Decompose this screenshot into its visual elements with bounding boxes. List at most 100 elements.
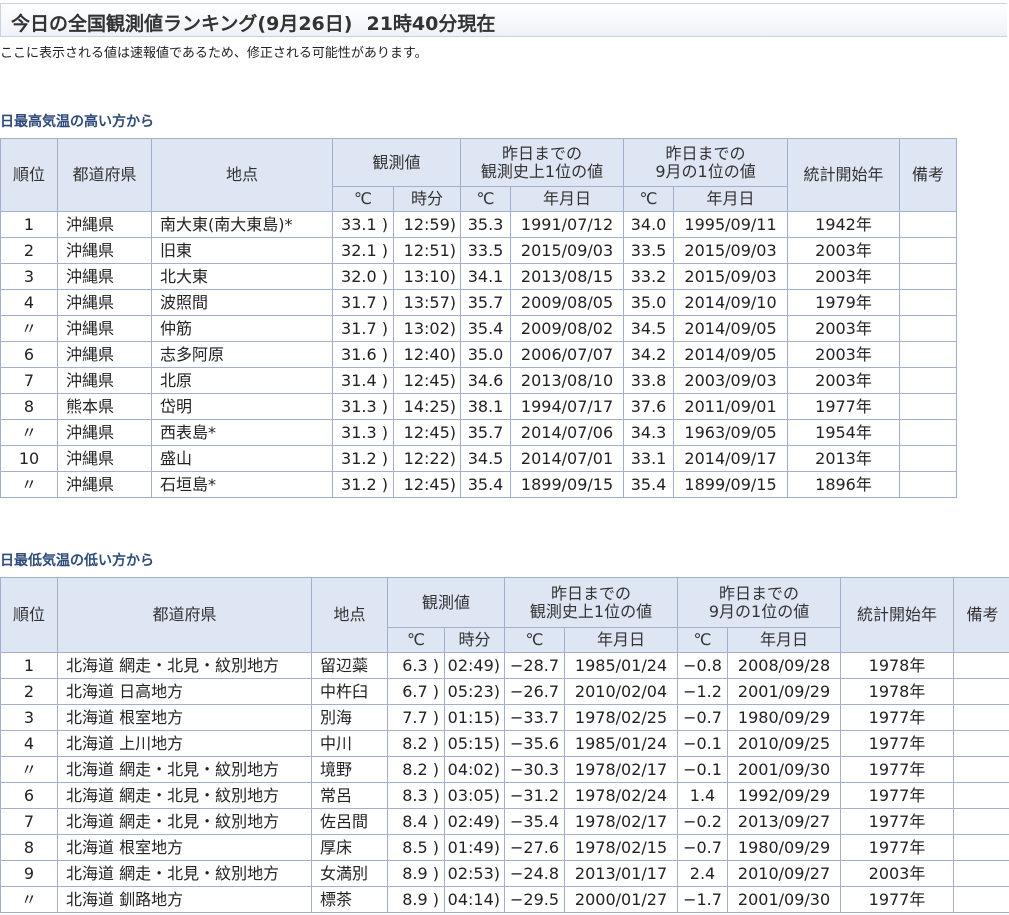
- record-all-date-cell: 2009/08/02: [510, 315, 625, 342]
- rank-cell: 4: [0, 289, 58, 316]
- header-remarks: 備考: [953, 577, 1009, 653]
- observed-time-cell: 01:15): [443, 704, 506, 731]
- prefecture-cell: 北海道 網走・北見・紋別地方: [57, 652, 312, 679]
- record-month-date-cell: 2001/09/30: [727, 756, 842, 783]
- record-all-temp-cell: −31.2: [504, 782, 566, 809]
- observed-time-cell: 05:15): [443, 730, 506, 757]
- record-month-date-cell: 1899/09/15: [673, 471, 789, 498]
- remarks-cell: [953, 730, 1009, 757]
- remarks-cell: [899, 263, 958, 290]
- observed-temp-cell: 31.2 ): [332, 445, 394, 472]
- record-all-date-cell: 1985/01/24: [564, 652, 679, 679]
- observed-time-cell: 01:49): [443, 834, 506, 861]
- observed-temp-cell: 31.3 ): [332, 393, 394, 420]
- prefecture-cell: 沖縄県: [57, 367, 152, 394]
- rank-cell: 10: [0, 445, 58, 472]
- rank-cell: 8: [0, 834, 58, 861]
- rank-cell: 4: [0, 730, 58, 757]
- rank-cell: 7: [0, 808, 58, 835]
- record-month-date-cell: 1963/09/05: [673, 419, 789, 446]
- rank-cell: 1: [0, 211, 58, 238]
- subheader-date: 年月日: [727, 627, 842, 653]
- prefecture-cell: 北海道 日高地方: [57, 678, 312, 705]
- header-record-all-line1: 昨日までの: [551, 583, 632, 603]
- station-cell: 境野: [311, 756, 388, 783]
- record-month-date-cell: 2001/09/29: [727, 678, 842, 705]
- remarks-cell: [899, 289, 958, 316]
- observed-time-cell: 12:45): [392, 471, 462, 498]
- header-observed: 観測値: [386, 577, 506, 628]
- prefecture-cell: 沖縄県: [57, 289, 152, 316]
- disclaimer-note: ここに表示される値は速報値であるため、修正される可能性があります。: [0, 46, 428, 61]
- record-all-date-cell: 1994/07/17: [510, 393, 625, 420]
- observed-temp-cell: 31.3 ): [332, 419, 394, 446]
- record-all-date-cell: 1978/02/15: [564, 834, 679, 861]
- station-cell: 厚床: [311, 834, 388, 861]
- station-cell: 旧東: [151, 237, 333, 264]
- page-timestamp: 21時40分現在: [366, 13, 496, 35]
- station-cell: 女満別: [311, 860, 388, 887]
- start-year-cell: 1896年: [787, 471, 901, 498]
- prefecture-cell: 沖縄県: [57, 237, 152, 264]
- record-month-temp-cell: 34.5: [623, 315, 675, 342]
- observed-temp-cell: 31.6 ): [332, 341, 394, 368]
- record-month-date-cell: 2014/09/17: [673, 445, 789, 472]
- station-cell: 別海: [311, 704, 388, 731]
- table-row: 〃沖縄県 石垣島* 31.2 ) 12:45) 35.4 1899/09/15 35.4 18…: [0, 471, 958, 498]
- table-row: 1 沖縄県 南大東(南大東島)* 33.1 ) 12:59) 35.3 1991/07/12…: [0, 211, 958, 238]
- subheader-time: 時分: [392, 186, 462, 212]
- header-observed: 観測値: [331, 138, 462, 187]
- prefecture-cell: 沖縄県: [57, 341, 152, 368]
- record-all-date-cell: 1899/09/15: [510, 471, 625, 498]
- record-month-temp-cell: 33.1: [623, 445, 675, 472]
- start-year-cell: 1977年: [840, 730, 955, 757]
- observed-time-cell: 12:45): [392, 367, 462, 394]
- table-row: 3 北海道 根室地方 別海 7.7 ) 01:15) −33.7 1978/02/25 −0.…: [0, 704, 1009, 731]
- table-row: 10 沖縄県 盛山 31.2 ) 12:22) 34.5 2014/07/01 33.1 201…: [0, 445, 958, 472]
- record-all-date-cell: 2014/07/06: [510, 419, 625, 446]
- record-all-date-cell: 1978/02/24: [564, 782, 679, 809]
- observed-time-cell: 05:23): [443, 678, 506, 705]
- station-cell: 盛山: [151, 445, 333, 472]
- observed-temp-cell: 31.4 ): [332, 367, 394, 394]
- observed-time-cell: 02:53): [443, 860, 506, 887]
- record-all-temp-cell: 35.4: [460, 471, 512, 498]
- prefecture-cell: 熊本県: [57, 393, 152, 420]
- start-year-cell: 2003年: [787, 341, 901, 368]
- start-year-cell: 2003年: [787, 315, 901, 342]
- subheader-deg: ℃: [460, 186, 512, 212]
- observed-temp-cell: 8.5 ): [387, 834, 445, 861]
- observed-time-cell: 13:10): [392, 263, 462, 290]
- start-year-cell: 1977年: [840, 808, 955, 835]
- observed-time-cell: 03:05): [443, 782, 506, 809]
- subheader-date: 年月日: [564, 627, 679, 653]
- high-temp-table-body: 1 沖縄県 南大東(南大東島)* 33.1 ) 12:59) 35.3 1991/07/12…: [0, 211, 958, 498]
- rank-cell: 3: [0, 263, 58, 290]
- observed-temp-cell: 7.7 ): [387, 704, 445, 731]
- record-month-temp-cell: 37.6: [623, 393, 675, 420]
- table-row: 4 沖縄県 波照間 31.7 ) 13:57) 35.7 2009/08/05 35.0 201…: [0, 289, 958, 316]
- rank-cell: 9: [0, 860, 58, 887]
- observed-temp-cell: 32.0 ): [332, 263, 394, 290]
- station-cell: 中杵臼: [311, 678, 388, 705]
- rank-cell: 2: [0, 237, 58, 264]
- remarks-cell: [953, 860, 1009, 887]
- observed-time-cell: 04:14): [443, 886, 506, 913]
- rank-cell: 6: [0, 782, 58, 809]
- header-record-month: 昨日までの 9月の1位の値: [623, 138, 789, 187]
- table-row: 2 北海道 日高地方 中杵臼 6.7 ) 05:23) −26.7 2010/02/04 −1…: [0, 678, 1009, 705]
- table-row: 7 北海道 網走・北見・紋別地方 佐呂間 8.4 ) 02:49) −35.4 1978/0…: [0, 808, 1009, 835]
- prefecture-cell: 北海道 網走・北見・紋別地方: [57, 860, 312, 887]
- remarks-cell: [953, 808, 1009, 835]
- record-all-date-cell: 2015/09/03: [510, 237, 625, 264]
- subheader-deg: ℃: [677, 627, 729, 653]
- remarks-cell: [953, 756, 1009, 783]
- observed-temp-cell: 8.9 ): [387, 886, 445, 913]
- remarks-cell: [899, 341, 958, 368]
- record-month-temp-cell: 35.0: [623, 289, 675, 316]
- header-record-all: 昨日までの 観測史上1位の値: [504, 577, 679, 628]
- rank-cell: 8: [0, 393, 58, 420]
- observed-temp-cell: 33.1 ): [332, 211, 394, 238]
- prefecture-cell: 北海道 網走・北見・紋別地方: [57, 756, 312, 783]
- table-row: 1 北海道 網走・北見・紋別地方 留辺蘂 6.3 ) 02:49) −28.7 1985/0…: [0, 652, 1009, 679]
